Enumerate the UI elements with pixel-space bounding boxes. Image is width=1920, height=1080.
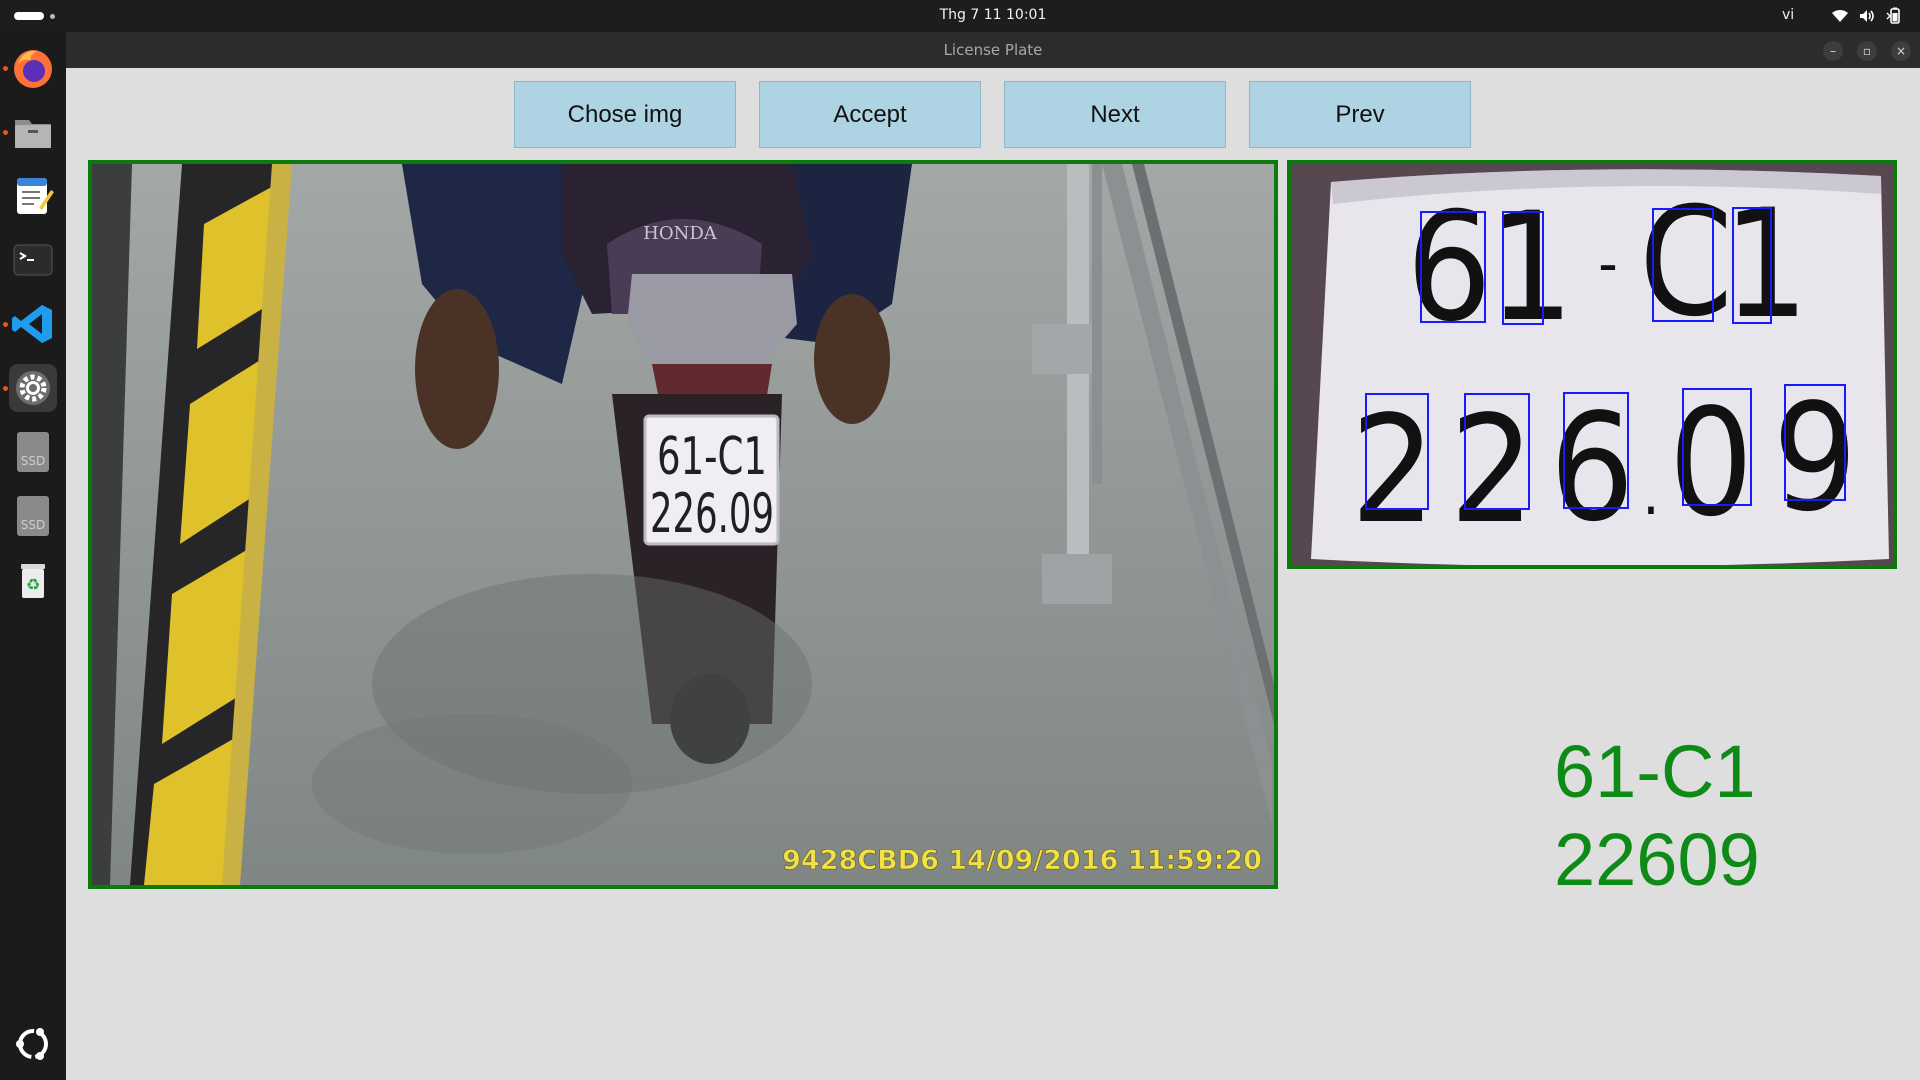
input-language[interactable]: vi — [1782, 7, 1794, 23]
plate-crop-image: 6 1 - C 1 2 2 6 . 0 9 — [1287, 160, 1897, 569]
running-indicator — [3, 66, 8, 71]
minimize-button[interactable]: – — [1823, 41, 1843, 61]
scene-plate-line1: 61-C1 — [657, 427, 767, 487]
plate-char: - — [1598, 229, 1617, 299]
brand-logo-text: HONDA — [643, 223, 718, 244]
plate-char: 2 — [1351, 384, 1436, 556]
chose-img-button[interactable]: Chose img — [514, 81, 736, 148]
scene-plate-line2: 226.09 — [650, 482, 774, 545]
text-editor-icon[interactable] — [9, 172, 57, 220]
camera-timestamp-overlay: 9428CBD6 14/09/2016 11:59:20 — [782, 845, 1262, 876]
svg-text:♻: ♻ — [26, 575, 40, 594]
dock: SSD SSD ♻ — [0, 32, 66, 1080]
trash-icon[interactable]: ♻ — [9, 556, 57, 604]
app-content: Chose img Accept Next Prev HONDA 61-C1 2… — [66, 68, 1920, 1080]
wifi-icon[interactable] — [1831, 7, 1849, 25]
battery-icon[interactable] — [1885, 7, 1903, 25]
plate-char: 6 — [1550, 382, 1635, 554]
maximize-button[interactable]: ▫ — [1857, 41, 1877, 61]
window-titlebar[interactable]: License Plate – ▫ × — [66, 32, 1920, 68]
volume-icon[interactable] — [1858, 7, 1876, 25]
scene-license-plate: 61-C1 226.09 — [643, 414, 780, 546]
plate-crop-illustration: 6 1 - C 1 2 2 6 . 0 9 — [1291, 164, 1893, 565]
plate-char: . — [1642, 459, 1659, 529]
recognition-result: 61-C1 22609 — [1554, 728, 1914, 904]
clock[interactable]: Thg 7 11 10:01 — [0, 7, 1920, 23]
settings-icon[interactable] — [9, 364, 57, 412]
camera-image: HONDA 61-C1 226.09 9428CBD6 14/09/2016 1… — [88, 160, 1278, 889]
vscode-icon[interactable] — [9, 300, 57, 348]
result-line1: 61-C1 — [1554, 730, 1756, 813]
scene-illustration: HONDA 61-C1 226.09 9428CBD6 14/09/2016 1… — [92, 164, 1274, 885]
top-panel: Thg 7 11 10:01 vi — [0, 0, 1920, 32]
plate-char: 1 — [1488, 181, 1574, 355]
plate-char: 6 — [1406, 181, 1492, 355]
window-title: License Plate — [943, 41, 1043, 59]
ubuntu-apps-icon[interactable] — [9, 1020, 57, 1068]
running-indicator — [3, 322, 8, 327]
running-indicator — [3, 386, 8, 391]
plate-char: 2 — [1450, 384, 1535, 556]
terminal-icon[interactable] — [9, 236, 57, 284]
ssd-drive-icon[interactable]: SSD — [9, 428, 57, 476]
next-button[interactable]: Next — [1004, 81, 1226, 148]
svg-text:SSD: SSD — [21, 518, 45, 532]
result-line2: 22609 — [1554, 818, 1760, 901]
close-button[interactable]: × — [1891, 41, 1911, 61]
accept-button[interactable]: Accept — [759, 81, 981, 148]
files-icon[interactable] — [9, 108, 57, 156]
plate-char: 1 — [1723, 178, 1809, 352]
prev-button[interactable]: Prev — [1249, 81, 1471, 148]
plate-char: 0 — [1669, 377, 1754, 549]
svg-text:SSD: SSD — [21, 454, 45, 468]
ssd-drive-icon[interactable]: SSD — [9, 492, 57, 540]
running-indicator — [3, 130, 8, 135]
firefox-icon[interactable] — [9, 44, 57, 92]
